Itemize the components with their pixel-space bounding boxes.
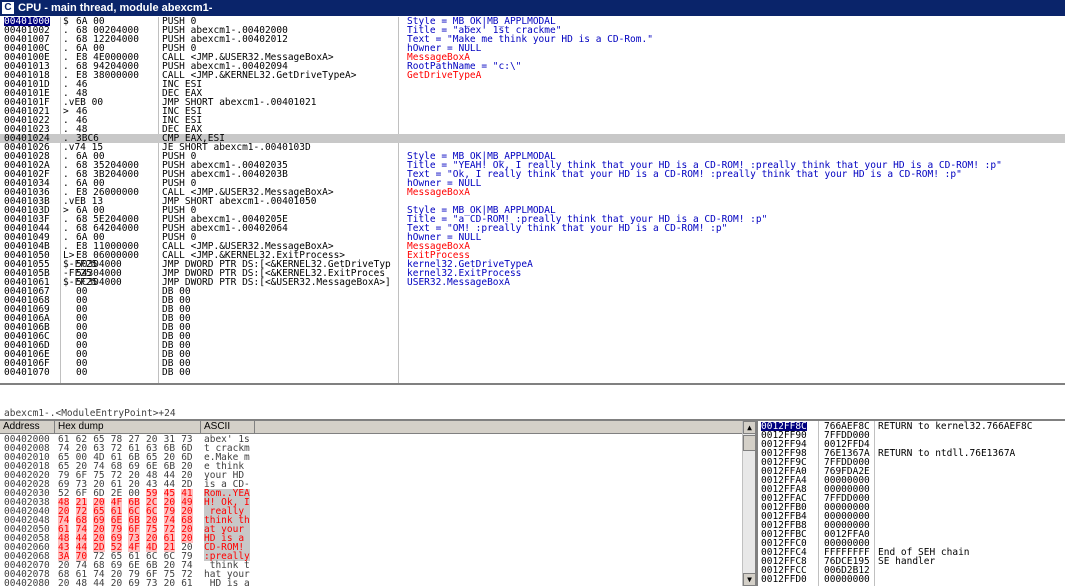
dump-byte[interactable]: 48	[76, 579, 87, 586]
stack-address[interactable]: 0012FFD0	[761, 575, 807, 585]
disasm-row[interactable]: 00401067 00 DB 00	[0, 287, 1065, 297]
disasm-row[interactable]: 00401068 00 DB 00	[0, 296, 1065, 306]
disasm-row[interactable]: 00401061 $-FF25 5C304000 JMP DWORD PTR DS:[…	[0, 277, 1065, 288]
disasm-row[interactable]: 0040106E 00 DB 00	[0, 350, 1065, 360]
disasm-row[interactable]: 0040105B -FF25 54304000 JMP DWORD PTR DS:[<…	[0, 269, 1065, 279]
pane-splitter[interactable]	[0, 383, 1065, 385]
disasm-row[interactable]: 0040106A 00 DB 00	[0, 314, 1065, 324]
disasm-row[interactable]: 00401018. E8 38000000 CALL <JMP.&KERNEL32.…	[0, 70, 1065, 81]
disasm-comment: GetDriveTypeA	[407, 70, 482, 81]
scroll-up-icon[interactable]: ▲	[743, 421, 755, 434]
stack-value[interactable]: 00000000	[824, 575, 870, 585]
hex-dump-pane[interactable]: Address Hex dump ASCII ▲ ▼ 00402000 61 62 6…	[0, 421, 755, 586]
disasm-row[interactable]: 00401021 >46 INC ESI	[0, 107, 1065, 117]
disasm-row[interactable]: 00401013. 68 94204000 PUSH abexcm1-.004020…	[0, 62, 1065, 72]
disasm-row[interactable]: 00401022. 46 INC ESI	[0, 116, 1065, 126]
disasm-address[interactable]: 00401070	[4, 368, 50, 378]
disasm-row[interactable]: 0040100C. 6A 00 PUSH 0 hOwner = NULL	[0, 44, 1065, 54]
window-title: CPU - main thread, module abexcm1-	[18, 2, 213, 14]
disasm-row[interactable]: 00401023. 48 DEC EAX	[0, 125, 1065, 135]
dump-byte[interactable]: 20	[58, 579, 69, 586]
disasm-instruction[interactable]: DB 00	[162, 368, 191, 378]
disasm-comment: Text = "Ok, I really think that your HD …	[407, 169, 962, 180]
cpu-window-icon: C	[2, 2, 14, 14]
disasm-comment: USER32.MessageBoxA	[407, 277, 510, 288]
disasm-row[interactable]: 00401036. E8 26000000 CALL <JMP.&USER32.Me…	[0, 187, 1065, 198]
disasm-row[interactable]: 00401049. 6A 00 PUSH 0 hOwner = NULL	[0, 233, 1065, 243]
disasm-row[interactable]: 00401024. 3BC6 CMP EAX,ESI	[0, 134, 1065, 143]
col-header-address[interactable]: Address	[0, 421, 55, 434]
dump-ascii[interactable]: HD is a	[204, 579, 250, 586]
disasm-row[interactable]: 00401044. 68 64204000 PUSH abexcm1-.004020…	[0, 224, 1065, 234]
disasm-row[interactable]: 0040106C 00 DB 00	[0, 332, 1065, 342]
info-line: abexcm1-.<ModuleEntryPoint>+24	[4, 408, 176, 419]
dump-byte[interactable]: 20	[111, 579, 122, 586]
disasm-row[interactable]: 0040101E. 48 DEC EAX	[0, 89, 1065, 99]
stack-comment: RETURN to kernel32.766AEF8C	[878, 421, 1033, 432]
dump-byte[interactable]: 44	[93, 579, 104, 586]
disasm-row[interactable]: 0040106B 00 DB 00	[0, 323, 1065, 333]
disasm-row[interactable]: 00401007. 68 12204000 PUSH abexcm1-.004020…	[0, 35, 1065, 45]
disasm-hex: 00	[76, 367, 88, 378]
disasm-row[interactable]: 0040102F. 68 3B204000 PUSH abexcm1-.004020…	[0, 169, 1065, 180]
stack-pane[interactable]: 0012FF8C 766AEF8C RETURN to kernel32.766AE…	[758, 421, 1065, 586]
disasm-row[interactable]: 0040106D 00 DB 00	[0, 341, 1065, 351]
dump-row[interactable]: 00402080 20 48 44 20 69 73 20 61 HD is a	[0, 579, 755, 586]
dump-byte[interactable]: 73	[146, 579, 157, 586]
info-pane: abexcm1-.<ModuleEntryPoint>+24	[0, 386, 1065, 419]
col-header-ascii[interactable]: ASCII	[201, 421, 255, 434]
stack-comment: SE handler	[878, 556, 936, 567]
title-bar: C CPU - main thread, module abexcm1-	[0, 0, 1065, 16]
disasm-row[interactable]: 00401069 00 DB 00	[0, 305, 1065, 315]
dump-byte[interactable]: 61	[181, 579, 192, 586]
col-header-empty	[255, 421, 743, 434]
disasm-row[interactable]: 0040104B. E8 11000000 CALL <JMP.&USER32.Me…	[0, 242, 1065, 252]
disassembly-pane[interactable]: 00401000 $6A 00 PUSH 0 Style = MB_OK|MB_APP…	[0, 17, 1065, 383]
disasm-row[interactable]: 00401070 00 DB 00	[0, 367, 1065, 378]
dump-address[interactable]: 00402080	[4, 579, 50, 586]
dump-byte[interactable]: 69	[128, 579, 139, 586]
disasm-instruction[interactable]: JMP DWORD PTR DS:[<&USER32.MessageBoxA>]	[162, 278, 391, 288]
col-header-hex[interactable]: Hex dump	[55, 421, 201, 434]
disasm-row[interactable]: 0040101D. 46 INC ESI	[0, 80, 1065, 90]
disasm-row[interactable]: 0040100E. E8 4E000000 CALL <JMP.&USER32.Me…	[0, 53, 1065, 63]
stack-row[interactable]: 0012FFD0 00000000	[758, 575, 1065, 585]
stack-comment: RETURN to ntdll.76E1367A	[878, 448, 1016, 459]
disasm-row[interactable]: 0040101F .vEB 00 JMP SHORT abexcm1-.004010…	[0, 98, 1065, 108]
disasm-comment: MessageBoxA	[407, 187, 470, 198]
dump-byte[interactable]: 20	[164, 579, 175, 586]
disasm-row[interactable]: 00401055 $-FF25 50304000 JMP DWORD PTR DS:[…	[0, 260, 1065, 270]
disasm-row[interactable]: 00401034. 6A 00 PUSH 0 hOwner = NULL	[0, 179, 1065, 189]
disasm-row[interactable]: 0040106F 00 DB 00	[0, 359, 1065, 369]
